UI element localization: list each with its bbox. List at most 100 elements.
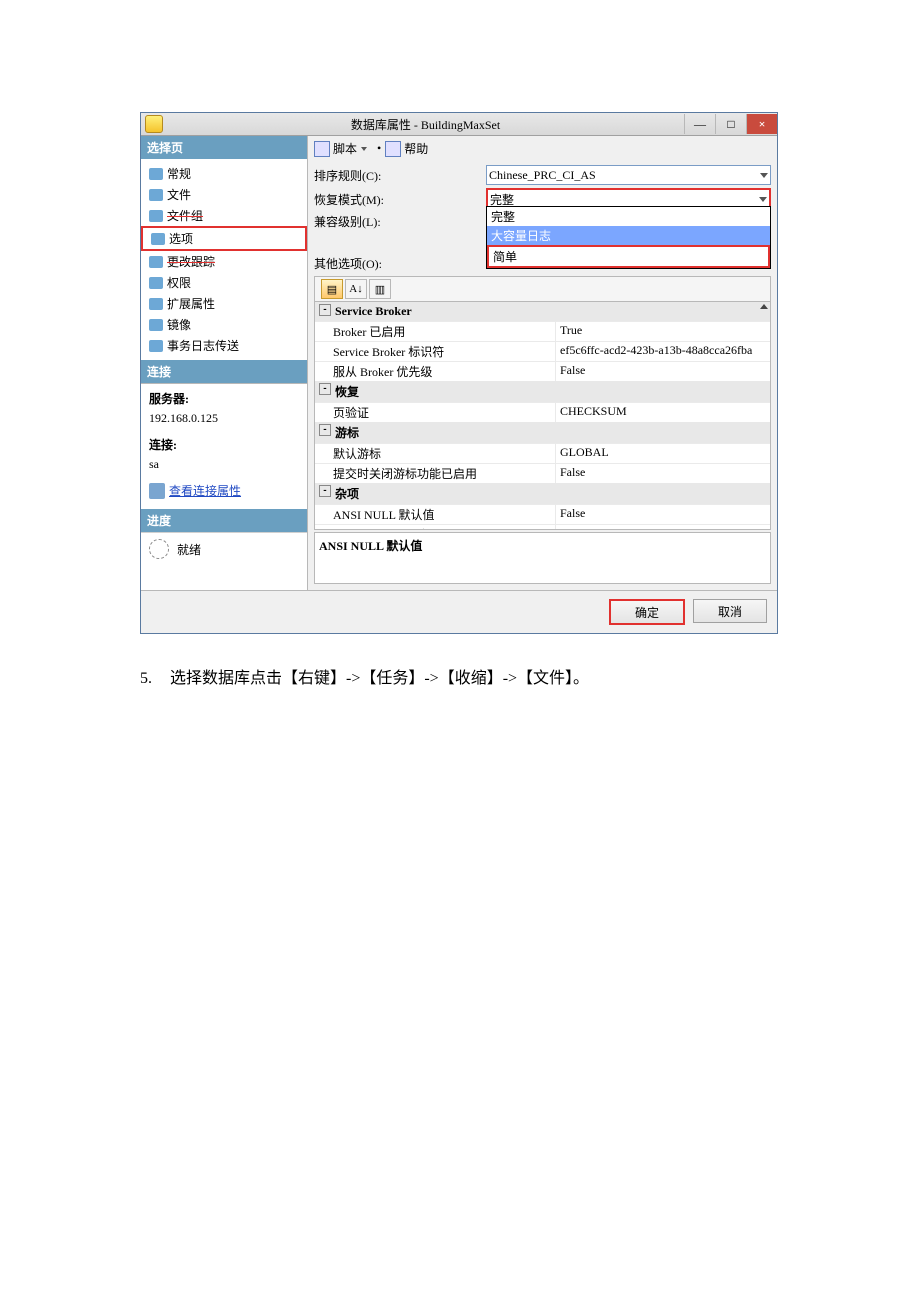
property-value[interactable]: True	[556, 322, 770, 341]
help-button[interactable]: 帮助	[404, 140, 428, 157]
page-icon	[149, 298, 163, 310]
separator: •	[377, 141, 381, 156]
sidebar-item-label: 文件	[167, 186, 191, 203]
sidebar-item-3[interactable]: 选项	[141, 226, 307, 251]
collapse-icon[interactable]: -	[319, 304, 331, 316]
page-icon	[149, 189, 163, 201]
category-label: Service Broker	[335, 304, 412, 319]
property-row[interactable]: ANSI NULL 默认值False	[315, 504, 770, 524]
description-title: ANSI NULL 默认值	[319, 537, 766, 554]
page-icon	[149, 168, 163, 180]
chevron-down-icon	[759, 197, 767, 202]
property-name: 页验证	[315, 403, 556, 422]
property-value[interactable]: False	[556, 362, 770, 381]
sidebar-item-2[interactable]: 文件组	[141, 205, 307, 226]
instruction-text: 5.选择数据库点击【右键】->【任务】->【收缩】->【文件】。	[140, 664, 920, 688]
sidebar-item-0[interactable]: 常规	[141, 163, 307, 184]
recovery-label: 恢复模式(M):	[314, 191, 486, 208]
recovery-dropdown: 完整大容量日志简单	[486, 206, 771, 269]
compat-label: 兼容级别(L):	[314, 213, 486, 230]
ok-button[interactable]: 确定	[609, 599, 685, 625]
connection-icon	[149, 483, 165, 499]
page-icon	[149, 340, 163, 352]
select-page-header: 选择页	[141, 136, 307, 159]
category-label: 游标	[335, 424, 359, 441]
property-row[interactable]: 服从 Broker 优先级False	[315, 361, 770, 381]
property-row[interactable]: Broker 已启用True	[315, 321, 770, 341]
sidebar-item-1[interactable]: 文件	[141, 184, 307, 205]
progress-status: 就绪	[177, 541, 201, 558]
category-label: 杂项	[335, 485, 359, 502]
property-value[interactable]: CHECKSUM	[556, 403, 770, 422]
collapse-icon[interactable]: -	[319, 424, 331, 436]
progress-spinner-icon	[149, 539, 169, 559]
property-grid[interactable]: -Service BrokerBroker 已启用TrueService Bro…	[314, 302, 771, 530]
connection-label: 连接:	[149, 436, 299, 453]
sidebar-item-label: 常规	[167, 165, 191, 182]
dropdown-item-1[interactable]: 大容量日志	[487, 226, 770, 245]
close-button[interactable]: ×	[746, 114, 777, 134]
collapse-icon[interactable]: -	[319, 383, 331, 395]
dropdown-item-0[interactable]: 完整	[487, 207, 770, 226]
left-panel: 选择页 常规文件文件组选项更改跟踪权限扩展属性镜像事务日志传送 连接 服务器: …	[141, 136, 308, 590]
property-name: ANSI NULL 默认值	[315, 505, 556, 524]
view-connection-link[interactable]: 查看连接属性	[149, 482, 299, 499]
category-2[interactable]: -游标	[315, 422, 770, 443]
sidebar-item-6[interactable]: 扩展属性	[141, 293, 307, 314]
sidebar-item-4[interactable]: 更改跟踪	[141, 251, 307, 272]
page-icon	[149, 277, 163, 289]
sidebar-item-label: 镜像	[167, 316, 191, 333]
pages-button[interactable]: ▥	[369, 279, 391, 299]
view-connection-label: 查看连接属性	[169, 482, 241, 499]
property-name: 默认游标	[315, 444, 556, 463]
category-1[interactable]: -恢复	[315, 381, 770, 402]
property-name: Broker 已启用	[315, 322, 556, 341]
category-label: 恢复	[335, 383, 359, 400]
titlebar: 数据库属性 - BuildingMaxSet — □ ×	[141, 113, 777, 136]
chevron-down-icon	[760, 173, 768, 178]
category-0[interactable]: -Service Broker	[315, 302, 770, 321]
sidebar-item-label: 扩展属性	[167, 295, 215, 312]
toolbar: 脚本 • 帮助	[308, 136, 777, 161]
property-row[interactable]: 提交时关闭游标功能已启用False	[315, 463, 770, 483]
script-icon	[314, 141, 330, 157]
sidebar-item-5[interactable]: 权限	[141, 272, 307, 293]
page-icon	[149, 256, 163, 268]
categorized-button[interactable]: ▤	[321, 279, 343, 299]
property-value[interactable]: ef5c6ffc-acd2-423b-a13b-48a8cca26fba	[556, 342, 770, 361]
server-value: 192.168.0.125	[149, 411, 299, 426]
property-value[interactable]: False	[556, 464, 770, 483]
sidebar-item-7[interactable]: 镜像	[141, 314, 307, 335]
minimize-button[interactable]: —	[684, 114, 715, 134]
cancel-button[interactable]: 取消	[693, 599, 767, 623]
collapse-icon[interactable]: -	[319, 485, 331, 497]
sidebar-item-label: 事务日志传送	[167, 337, 239, 354]
dropdown-item-2[interactable]: 简单	[487, 245, 770, 268]
sidebar-item-label: 文件组	[167, 207, 203, 224]
property-value[interactable]: False	[556, 505, 770, 524]
description-box: ANSI NULL 默认值	[314, 532, 771, 584]
property-row[interactable]: ANSI NULLS 已启用False	[315, 524, 770, 530]
dialog-footer: 确定 取消	[141, 590, 777, 633]
property-name: Service Broker 标识符	[315, 342, 556, 361]
maximize-button[interactable]: □	[715, 114, 746, 134]
sidebar-item-label: 更改跟踪	[167, 253, 215, 270]
script-button[interactable]: 脚本	[333, 140, 357, 157]
collation-select[interactable]: Chinese_PRC_CI_AS	[486, 165, 771, 185]
page-icon	[149, 319, 163, 331]
property-row[interactable]: Service Broker 标识符ef5c6ffc-acd2-423b-a13…	[315, 341, 770, 361]
sidebar-item-8[interactable]: 事务日志传送	[141, 335, 307, 356]
connection-value: sa	[149, 457, 299, 472]
sidebar-item-label: 选项	[169, 230, 193, 247]
server-label: 服务器:	[149, 390, 299, 407]
property-value[interactable]: GLOBAL	[556, 444, 770, 463]
connection-header: 连接	[141, 360, 307, 383]
alphabetic-button[interactable]: A↓	[345, 279, 367, 299]
db-icon	[145, 115, 163, 133]
property-row[interactable]: 默认游标GLOBAL	[315, 443, 770, 463]
chevron-down-icon[interactable]	[361, 147, 367, 151]
property-value[interactable]: False	[556, 525, 770, 530]
sidebar-item-label: 权限	[167, 274, 191, 291]
property-row[interactable]: 页验证CHECKSUM	[315, 402, 770, 422]
category-3[interactable]: -杂项	[315, 483, 770, 504]
